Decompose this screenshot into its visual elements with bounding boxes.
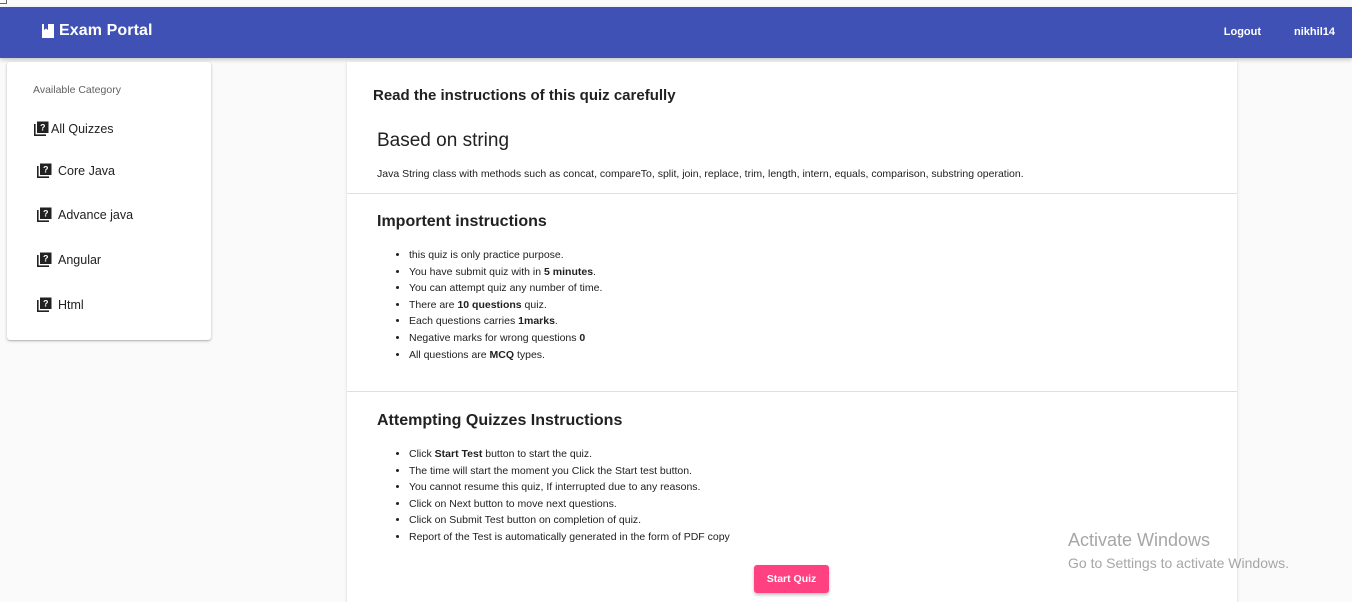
list-item: There are 10 questions quiz. — [409, 297, 602, 314]
list-item: Negative marks for wrong questions 0 — [409, 330, 602, 347]
svg-text:?: ? — [43, 299, 49, 309]
attempting-instructions-title: Attempting Quizzes Instructions — [377, 412, 623, 429]
watermark-subtitle: Go to Settings to activate Windows. — [1068, 555, 1289, 571]
list-item: Click on Submit Test button on completio… — [409, 512, 730, 529]
quiz-title: Based on string — [377, 130, 510, 151]
sidebar-item-angular[interactable]: ? Angular — [33, 252, 101, 268]
page-title: Read the instructions of this quiz caref… — [373, 87, 676, 104]
svg-text:?: ? — [40, 123, 46, 133]
sidebar-item-label: Angular — [58, 253, 102, 267]
watermark-title: Activate Windows — [1068, 530, 1211, 550]
sidebar-item-label: All Quizzes — [51, 122, 114, 136]
sidebar-item-label: Html — [58, 298, 84, 312]
list-item: Click Start Test button to start the qui… — [409, 446, 730, 463]
quiz-description: Java String class with methods such as c… — [377, 168, 1024, 180]
sidebar-item-html[interactable]: ? Html — [33, 297, 84, 313]
sidebar-item-advance-java[interactable]: ? Advance java — [33, 207, 133, 223]
important-instructions-title: Importent instructions — [377, 213, 547, 230]
activate-windows-watermark: Activate Windows Go to Settings to activ… — [1068, 530, 1289, 571]
list-item: Report of the Test is automatically gene… — [409, 529, 730, 546]
top-toolbar: Exam Portal Logout nikhil14 — [0, 7, 1352, 58]
quiz-book-icon: ? — [37, 207, 52, 222]
book-icon — [42, 24, 54, 38]
list-item: Click on Next button to move next questi… — [409, 496, 730, 513]
section-divider — [347, 193, 1237, 194]
quiz-book-icon: ? — [37, 297, 52, 312]
important-instructions-list: this quiz is only practice purpose. You … — [395, 247, 602, 363]
sidebar-item-label: Advance java — [58, 208, 134, 222]
sidebar-item-all-quizzes[interactable]: ? All Quizzes — [33, 121, 114, 137]
quiz-book-icon: ? — [37, 252, 52, 267]
user-nav: Logout nikhil14 — [1224, 26, 1335, 38]
section-divider — [347, 391, 1237, 392]
brand[interactable]: Exam Portal — [42, 22, 153, 40]
sidebar-item-label: Core Java — [58, 164, 115, 178]
svg-text:?: ? — [43, 254, 49, 264]
username-link[interactable]: nikhil14 — [1294, 26, 1335, 38]
svg-text:?: ? — [43, 165, 49, 175]
sidebar-item-core-java[interactable]: ? Core Java — [33, 163, 115, 179]
list-item: You can attempt quiz any number of time. — [409, 280, 602, 297]
list-item: The time will start the moment you Click… — [409, 463, 730, 480]
list-item: Each questions carries 1marks. — [409, 313, 602, 330]
list-item: You have submit quiz with in 5 minutes. — [409, 264, 602, 281]
corner-artifact — [0, 0, 7, 4]
quiz-book-icon: ? — [37, 163, 52, 178]
instructions-card: Read the instructions of this quiz caref… — [347, 62, 1237, 602]
app-title: Exam Portal — [59, 22, 153, 39]
attempting-instructions-list: Click Start Test button to start the qui… — [395, 446, 730, 546]
quiz-book-icon: ? — [34, 121, 49, 136]
svg-text:?: ? — [43, 209, 49, 219]
start-quiz-button[interactable]: Start Quiz — [754, 565, 829, 593]
logout-button[interactable]: Logout — [1224, 26, 1261, 38]
list-item: All questions are MCQ types. — [409, 347, 602, 364]
sidebar-heading: Available Category — [33, 84, 121, 96]
list-item: You cannot resume this quiz, If interrup… — [409, 479, 730, 496]
list-item: this quiz is only practice purpose. — [409, 247, 602, 264]
category-sidebar: Available Category ? All Quizzes ? Core … — [7, 62, 211, 340]
